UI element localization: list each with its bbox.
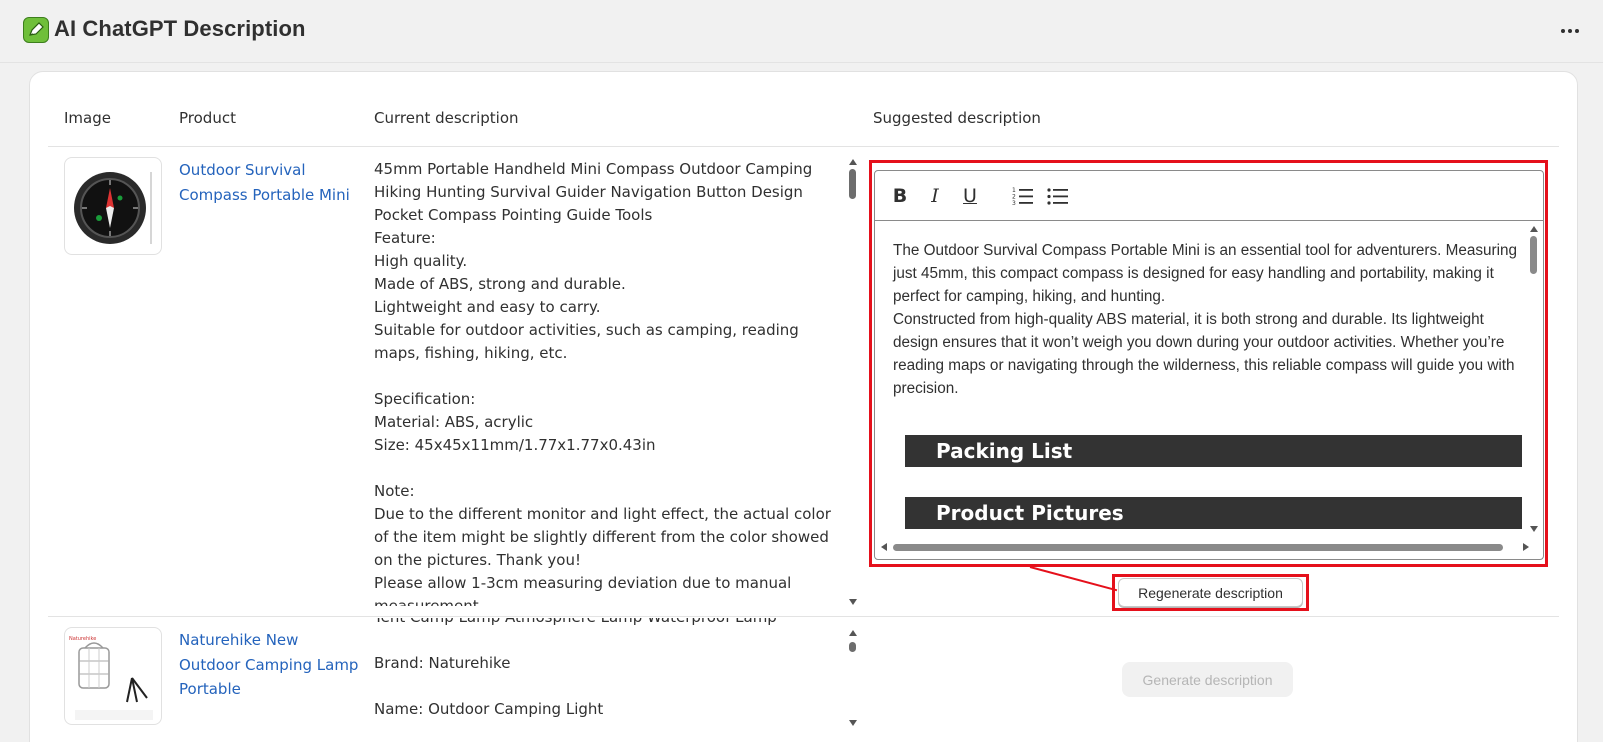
app-title: AI ChatGPT Description (54, 16, 306, 41)
ordered-list-icon: 1 2 3 (1012, 187, 1033, 206)
suggested-paragraph-2: Constructed from high-quality ABS materi… (893, 311, 1515, 397)
current-description-lamp[interactable]: Tent Camp Lamp Atmosphere Lamp Waterproo… (374, 618, 844, 728)
svg-text:Naturehike: Naturehike (69, 636, 96, 642)
row-divider (48, 616, 1559, 617)
editor-vertical-scrollbar[interactable] (1529, 226, 1539, 532)
suggested-description-editor[interactable]: B I U 1 2 3 The Outdoor Survival Compass… (874, 170, 1544, 560)
current-description-compass[interactable]: 45mm Portable Handheld Mini Compass Outd… (374, 158, 844, 606)
header-divider-row (48, 146, 1559, 147)
header-suggested-description: Suggested description (873, 109, 1041, 127)
header-image: Image (64, 109, 111, 127)
bullet-list-button[interactable] (1045, 184, 1071, 208)
more-horizontal-icon (1561, 29, 1565, 33)
header-product: Product (179, 109, 236, 127)
product-link-compass[interactable]: Outdoor Survival Compass Portable Mini (179, 158, 359, 207)
app-logo-icon (23, 17, 49, 43)
product-thumbnail-lamp[interactable]: Naturehike (64, 627, 162, 725)
header-divider (0, 62, 1603, 63)
generate-description-button[interactable]: Generate description (1122, 662, 1293, 697)
packing-list-heading: Packing List (905, 435, 1522, 467)
current-description-scrollbar[interactable] (848, 159, 858, 605)
current-description-lamp-scrollbar[interactable] (848, 630, 858, 726)
product-link-lamp[interactable]: Naturehike New Outdoor Camping Lamp Port… (179, 628, 359, 702)
product-pictures-heading: Product Pictures (905, 497, 1522, 529)
suggested-paragraph-1: The Outdoor Survival Compass Portable Mi… (893, 242, 1518, 305)
more-actions-button[interactable] (1555, 19, 1585, 43)
compass-image (74, 172, 152, 244)
bullet-list-icon (1047, 188, 1068, 205)
editor-toolbar: B I U 1 2 3 (875, 171, 1543, 221)
underline-button[interactable]: U (957, 184, 983, 208)
regenerate-description-button[interactable]: Regenerate description (1118, 578, 1303, 607)
svg-text:3: 3 (1012, 200, 1016, 206)
editor-content[interactable]: The Outdoor Survival Compass Portable Mi… (893, 239, 1518, 400)
ordered-list-button[interactable]: 1 2 3 (1010, 184, 1036, 208)
bold-button[interactable]: B (887, 184, 913, 208)
camping-lamp-image: Naturehike (69, 636, 153, 720)
product-thumbnail-compass[interactable] (64, 157, 162, 255)
top-bar: AI ChatGPT Description (0, 0, 1603, 62)
editor-horizontal-scrollbar[interactable] (881, 542, 1529, 552)
italic-button[interactable]: I (922, 184, 948, 208)
header-current-description: Current description (374, 109, 519, 127)
